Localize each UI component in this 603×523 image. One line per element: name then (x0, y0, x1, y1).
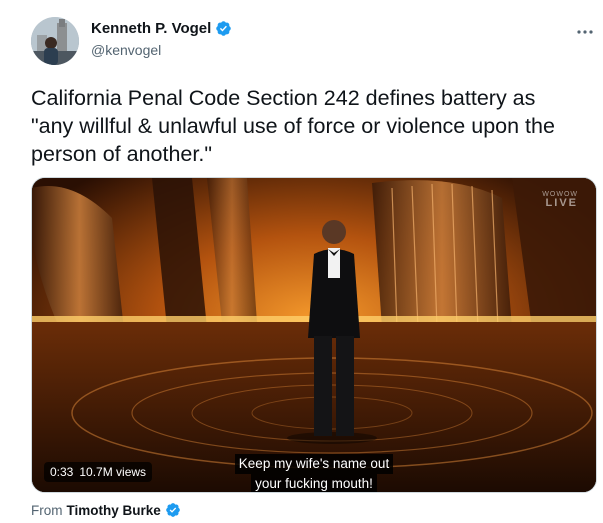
broadcast-watermark: WOWOW LIVE (542, 190, 578, 209)
watermark-live: LIVE (545, 197, 578, 209)
tweet-text-line: person of another." (31, 142, 212, 166)
attribution-prefix: From (31, 502, 63, 518)
more-options-icon[interactable] (576, 22, 594, 40)
media-attribution: From Timothy Burke (31, 502, 181, 518)
tweet-text-line: "any willful & unlawful use of force or … (31, 114, 555, 138)
video-frame (32, 178, 596, 492)
avatar[interactable] (31, 17, 79, 65)
verified-badge-icon (215, 20, 232, 37)
tweet-text-line: California Penal Code Section 242 define… (31, 86, 536, 110)
verified-badge-icon (165, 502, 181, 518)
author-display-name[interactable]: Kenneth P. Vogel (91, 20, 211, 37)
caption-line: your fucking mouth! (251, 474, 377, 492)
avatar-photo (31, 17, 79, 65)
tweet: Kenneth P. Vogel @kenvogel California Pe… (0, 0, 603, 523)
author-name-row: Kenneth P. Vogel (91, 20, 232, 37)
attribution-source-name[interactable]: Timothy Burke (67, 503, 161, 518)
caption-line: Keep my wife's name out (234, 454, 394, 474)
tweet-text: California Penal Code Section 242 define… (31, 84, 601, 168)
video-player[interactable]: WOWOW LIVE 0:33 10.7M views Keep my wife… (31, 177, 597, 493)
author-handle[interactable]: @kenvogel (91, 42, 161, 58)
video-caption: Keep my wife's name out your fucking mou… (32, 454, 596, 492)
